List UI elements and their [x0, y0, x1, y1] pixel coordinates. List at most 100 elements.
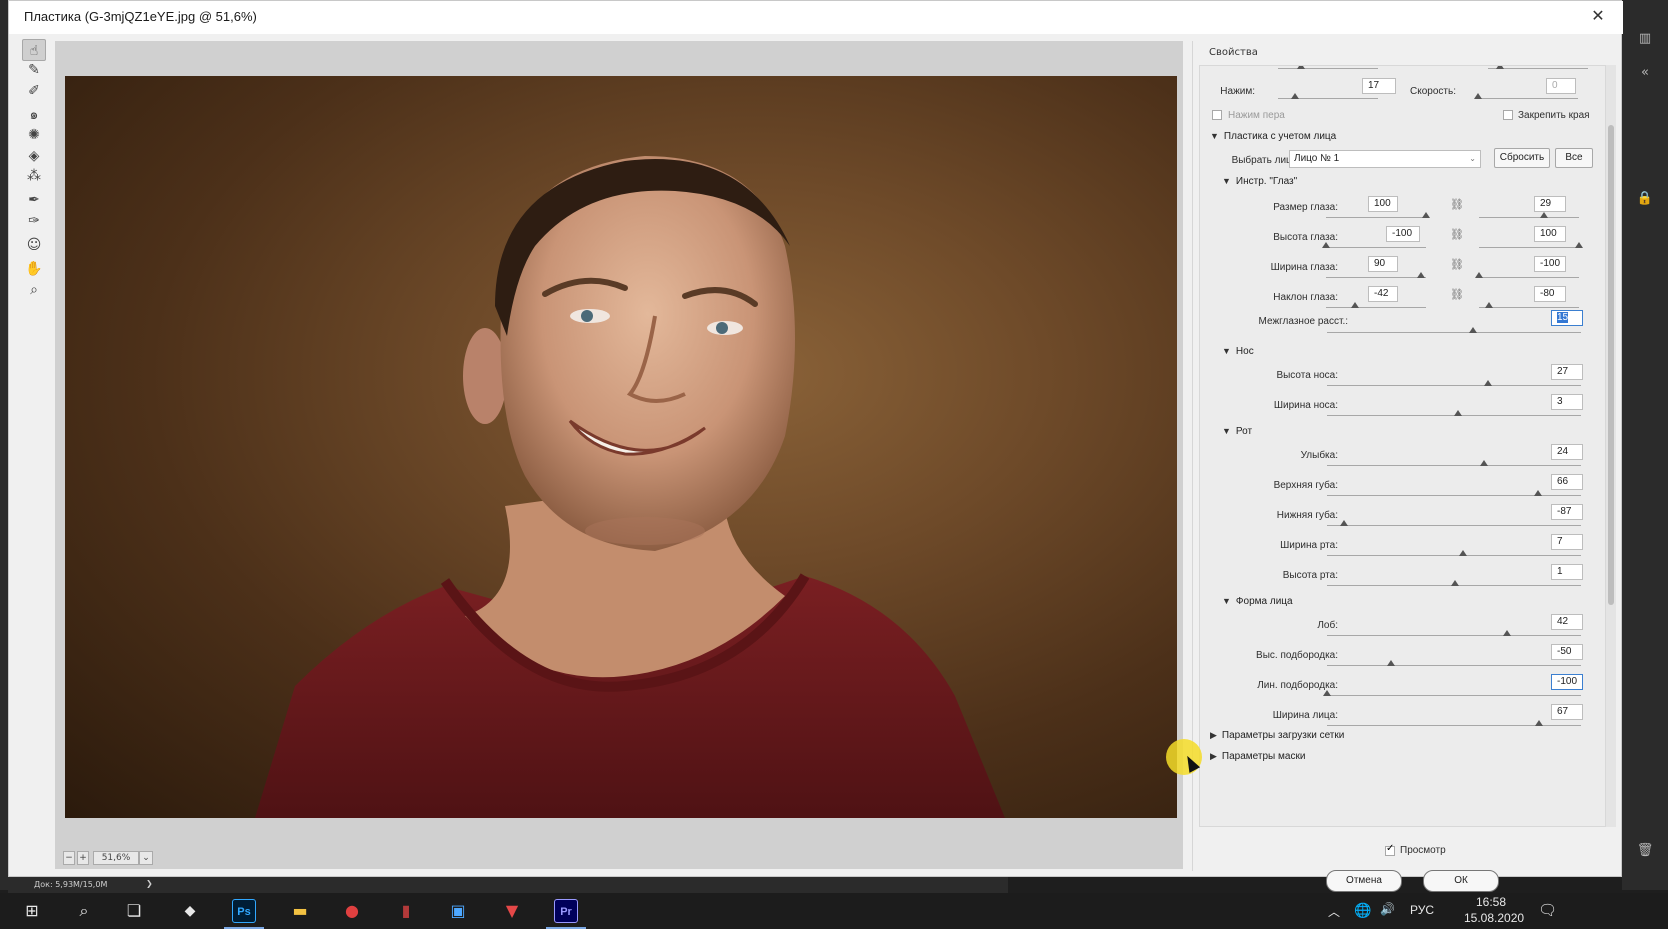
pressure-slider-knob[interactable] [1291, 93, 1299, 99]
face_shape-input[interactable]: -100 [1551, 674, 1583, 690]
mouth-slider-knob[interactable] [1458, 550, 1467, 556]
zoom-dropdown-icon[interactable]: ⌄ [139, 851, 153, 865]
preview-checkbox[interactable]: ✓ [1385, 843, 1395, 856]
doc-info-arrow-icon[interactable]: ❯ [146, 879, 153, 888]
zoom-tool[interactable]: ⌕ [22, 279, 46, 301]
eye-left-slider-track[interactable] [1326, 307, 1426, 308]
mouth-slider-track[interactable] [1327, 495, 1581, 496]
face_shape-slider-knob[interactable] [1503, 630, 1512, 636]
eye-section-header[interactable]: ▼ Инстр. "Глаз" [1222, 176, 1297, 187]
face_shape-input[interactable]: 42 [1551, 614, 1583, 630]
nose-slider-knob[interactable] [1484, 380, 1493, 386]
nose-slider-track[interactable] [1327, 385, 1581, 386]
collapse-arrow-icon[interactable]: ▼ [1222, 596, 1231, 606]
eye-distance-slider-track[interactable] [1327, 332, 1581, 333]
thaw-mask-tool[interactable]: ✑ [22, 210, 46, 232]
eye-right-slider-track[interactable] [1479, 277, 1579, 278]
eye-right-input[interactable]: 29 [1534, 196, 1566, 212]
zoom-value[interactable]: 51,6% [93, 851, 139, 865]
close-button[interactable]: ✕ [1585, 4, 1611, 28]
mouth-input[interactable]: 66 [1551, 474, 1583, 490]
eye-right-slider-track[interactable] [1479, 307, 1579, 308]
eye-right-input[interactable]: 100 [1534, 226, 1566, 242]
eye-left-input[interactable]: -42 [1368, 286, 1398, 302]
notifications-icon[interactable]: 🗨 [1538, 901, 1557, 919]
portrait-photo[interactable] [65, 76, 1177, 818]
tray-expand-icon[interactable]: ︿ [1328, 903, 1340, 920]
search-icon[interactable]: ⌕ [62, 897, 106, 925]
expand-arrow-icon[interactable]: ▶ [1210, 751, 1217, 762]
twirl-tool[interactable]: ๑ [22, 104, 46, 126]
eye-left-slider-knob[interactable] [1351, 302, 1359, 308]
face_shape-slider-track[interactable] [1327, 665, 1581, 666]
clock-time[interactable]: 16:58 [1476, 895, 1506, 909]
eye-right-input[interactable]: -80 [1534, 286, 1566, 302]
properties-scroll-area[interactable]: Нажим: 17 Скорость: 0 Нажим пера Закрепить кр… [1199, 65, 1606, 827]
hand-tool[interactable]: ✋ [22, 258, 46, 280]
density-slider-knob[interactable] [1496, 66, 1504, 69]
pressure-input[interactable]: 17 [1362, 78, 1396, 94]
eye-right-slider-knob[interactable] [1485, 302, 1493, 308]
face-tool[interactable]: ☺ [22, 234, 46, 256]
size-slider-knob[interactable] [1297, 66, 1305, 69]
eye-right-slider-track[interactable] [1479, 247, 1579, 248]
all-faces-button[interactable]: Все [1555, 148, 1593, 168]
rate-input[interactable]: 0 [1546, 78, 1576, 94]
canvas-area[interactable]: − + 51,6% ⌄ [55, 41, 1183, 869]
clock-date[interactable]: 15.08.2020 [1464, 911, 1524, 925]
mouth-input[interactable]: 24 [1551, 444, 1583, 460]
link-chain-icon[interactable]: ⛓ [1450, 258, 1464, 271]
collapse-arrow-icon[interactable]: ▼ [1222, 426, 1231, 436]
vivaldi-icon[interactable]: ▼ [490, 897, 534, 925]
eye-left-slider-track[interactable] [1326, 217, 1426, 218]
photoshop-taskbar-icon[interactable]: Ps [232, 899, 256, 923]
reconstruct-tool[interactable]: ✎ [22, 59, 46, 81]
task-view-icon[interactable]: ❏ [112, 897, 156, 925]
cancel-button[interactable]: Отмена [1326, 870, 1402, 892]
trash-icon[interactable]: 🗑 [1636, 842, 1654, 860]
mouth-slider-track[interactable] [1327, 525, 1581, 526]
zoom-out-button[interactable]: − [63, 851, 75, 865]
face_shape-slider-track[interactable] [1327, 695, 1581, 696]
screen-capture-icon[interactable]: ▣ [436, 897, 480, 925]
eye-left-input[interactable]: 100 [1368, 196, 1398, 212]
mouth-slider-knob[interactable] [1480, 460, 1489, 466]
push-left-tool[interactable]: ⁂ [22, 165, 46, 187]
face_shape-input[interactable]: -50 [1551, 644, 1583, 660]
eye-left-slider-knob[interactable] [1422, 212, 1430, 218]
bloat-tool[interactable]: ◈ [22, 145, 46, 167]
face_shape-input[interactable]: 67 [1551, 704, 1583, 720]
mouth-slider-track[interactable] [1327, 555, 1581, 556]
pucker-tool[interactable]: ✺ [22, 124, 46, 146]
eye-right-slider-knob[interactable] [1475, 272, 1483, 278]
eye-left-slider-track[interactable] [1326, 247, 1426, 248]
mask-options-section[interactable]: ▶ Параметры маски [1210, 751, 1305, 762]
start-button[interactable]: ⊞ [10, 897, 54, 925]
forward-warp-tool[interactable]: ☝ [22, 39, 46, 61]
eye-left-input[interactable]: 90 [1368, 256, 1398, 272]
language-indicator[interactable]: РУС [1410, 903, 1434, 917]
nose-input[interactable]: 3 [1551, 394, 1583, 410]
face_shape-slider-knob[interactable] [1386, 660, 1395, 666]
link-chain-icon[interactable]: ⛓ [1450, 288, 1464, 301]
mesh-options-section[interactable]: ▶ Параметры загрузки сетки [1210, 730, 1344, 741]
yandex-browser-icon[interactable]: ● [330, 897, 374, 925]
freeze-mask-tool[interactable]: ✒ [22, 189, 46, 211]
premiere-taskbar-icon[interactable]: Pr [554, 899, 578, 923]
collapse-arrow-icon[interactable]: ▼ [1222, 176, 1231, 186]
link-chain-icon[interactable]: ⛓ [1450, 228, 1464, 241]
mouth-slider-knob[interactable] [1339, 520, 1348, 526]
face-aware-section-header[interactable]: ▼ Пластика с учетом лица [1210, 131, 1336, 142]
eye-right-input[interactable]: -100 [1534, 256, 1566, 272]
network-icon[interactable]: 🌐 [1354, 902, 1371, 919]
eye-left-slider-track[interactable] [1326, 277, 1426, 278]
ok-button[interactable]: ОК [1423, 870, 1499, 892]
smooth-tool[interactable]: ✐ [22, 80, 46, 102]
eye-right-slider-knob[interactable] [1539, 212, 1548, 218]
reset-face-button[interactable]: Сбросить [1494, 148, 1550, 168]
eye-left-input[interactable]: -100 [1386, 226, 1420, 242]
mouth-input[interactable]: -87 [1551, 504, 1583, 520]
mouth-slider-knob[interactable] [1451, 580, 1460, 586]
rate-slider-knob[interactable] [1474, 93, 1482, 99]
eye-distance-slider-knob[interactable] [1469, 327, 1478, 333]
